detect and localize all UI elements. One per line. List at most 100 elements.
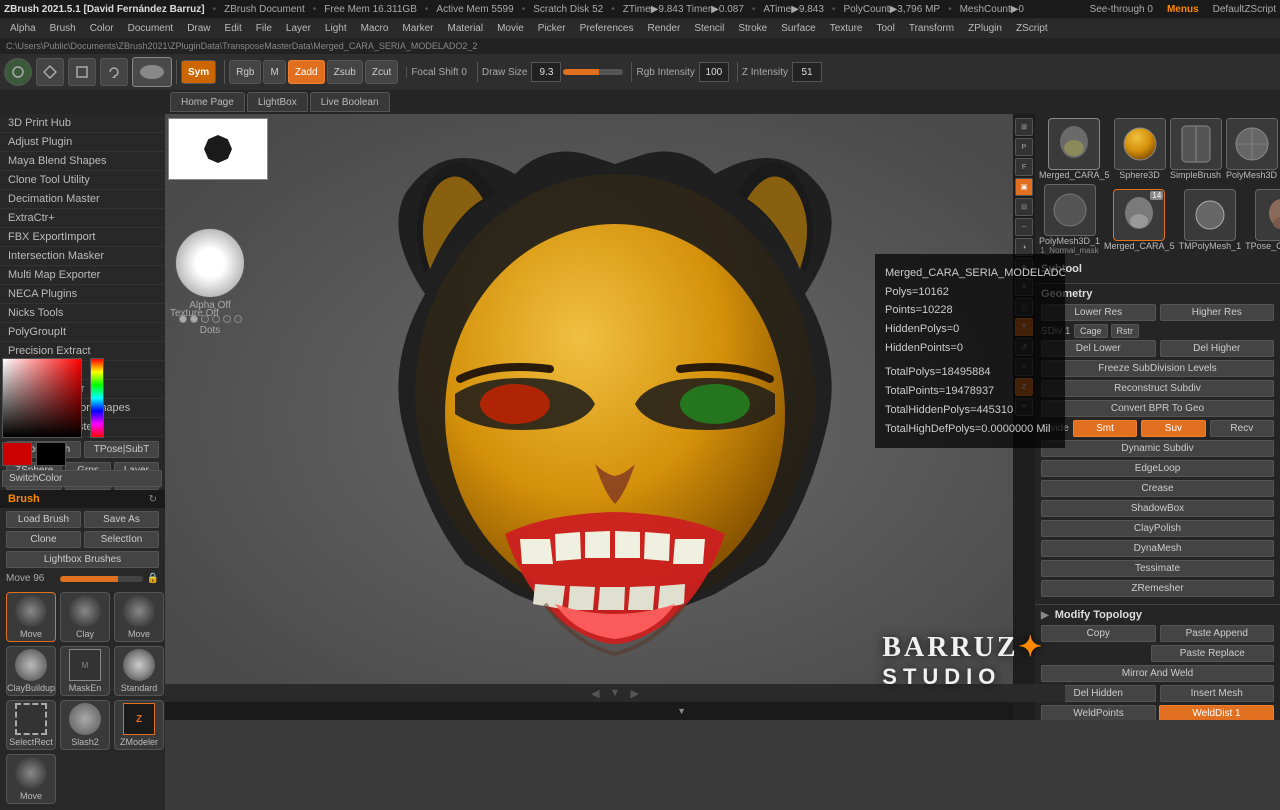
thumb-sphere3d-img[interactable]: [1114, 118, 1166, 170]
move-tool-btn[interactable]: [36, 58, 64, 86]
thumb-tmpolymesh-img[interactable]: [1184, 189, 1236, 241]
see-through[interactable]: See-through 0: [1090, 4, 1153, 15]
nav-center[interactable]: ▼: [610, 687, 621, 699]
z-intensity-value[interactable]: 51: [792, 62, 822, 82]
right-icon-wire[interactable]: ⊟: [1015, 198, 1033, 216]
right-icon-persp[interactable]: P: [1015, 138, 1033, 156]
suv-btn[interactable]: Suv: [1141, 420, 1205, 437]
sidebar-extractr[interactable]: ExtraCtr+: [0, 209, 165, 228]
sidebar-decimation[interactable]: Decimation Master: [0, 190, 165, 209]
draw-size-value[interactable]: 9.3: [531, 62, 561, 82]
paste-append-btn[interactable]: Paste Append: [1160, 625, 1275, 642]
sidebar-3d-print[interactable]: 3D Print Hub: [0, 114, 165, 133]
tessimate-btn[interactable]: Tessimate: [1041, 560, 1274, 577]
lightbox-brushes-btn[interactable]: Lightbox Brushes: [6, 551, 159, 568]
rotate-tool-btn[interactable]: [100, 58, 128, 86]
copy-btn[interactable]: Copy: [1041, 625, 1156, 642]
alpha-display[interactable]: [175, 228, 245, 298]
sidebar-polygroupit[interactable]: PolyGroupIt: [0, 323, 165, 342]
menu-picker[interactable]: Picker: [532, 22, 572, 35]
stroke-btn[interactable]: [132, 57, 172, 87]
paste-replace-btn[interactable]: Paste Replace: [1151, 645, 1275, 662]
thumb-merged-cara[interactable]: Merged_CARA_5: [1039, 118, 1110, 180]
thumb-merged-cara2-img[interactable]: 14: [1113, 189, 1165, 241]
default-script[interactable]: DefaultZScript: [1213, 4, 1276, 15]
menu-layer[interactable]: Layer: [280, 22, 317, 35]
tab-live-boolean[interactable]: Live Boolean: [310, 92, 390, 112]
sidebar-neca[interactable]: NECA Plugins: [0, 285, 165, 304]
brush-refresh-icon[interactable]: ↻: [149, 494, 157, 505]
cage-btn[interactable]: Cage: [1074, 324, 1108, 338]
brush-move3[interactable]: Move: [6, 754, 56, 804]
menu-surface[interactable]: Surface: [775, 22, 821, 35]
brush-clay[interactable]: Clay: [60, 592, 110, 642]
thumb-polymesh3d1[interactable]: PolyMesh3D_1 1_Normal_mask: [1039, 184, 1100, 255]
brush-move2[interactable]: Move: [114, 592, 164, 642]
zcut-btn[interactable]: Zcut: [365, 60, 398, 84]
menu-marker[interactable]: Marker: [396, 22, 439, 35]
main-viewport[interactable]: Merged_CARA_SERIA_MODELADO2_2 Polys=1016…: [165, 114, 1065, 720]
menu-tool[interactable]: Tool: [871, 22, 901, 35]
brush-claybuildup[interactable]: ClayBuildup: [6, 646, 56, 696]
draw-tool-btn[interactable]: [4, 58, 32, 86]
color-picker[interactable]: [2, 358, 82, 438]
del-higher-btn[interactable]: Del Higher: [1160, 340, 1275, 357]
menu-draw[interactable]: Draw: [181, 22, 216, 35]
rgb-intensity-value[interactable]: 100: [699, 62, 729, 82]
sidebar-maya-blend[interactable]: Maya Blend Shapes: [0, 152, 165, 171]
thumb-merged-cara-img[interactable]: [1048, 118, 1100, 170]
thumb-simplebrush-img[interactable]: [1170, 118, 1222, 170]
menus-label[interactable]: Menus: [1167, 4, 1199, 15]
brush-move[interactable]: Move: [6, 592, 56, 642]
thumb-polymesh3d-img[interactable]: [1226, 118, 1278, 170]
brush-slash2[interactable]: Slash2: [60, 700, 110, 750]
menu-alpha[interactable]: Alpha: [4, 22, 42, 35]
zadd-btn[interactable]: Zadd: [288, 60, 325, 84]
nav-right-arrow[interactable]: ▶: [630, 687, 638, 700]
move-slider[interactable]: [60, 576, 143, 582]
menu-macro[interactable]: Macro: [355, 22, 395, 35]
brush-zmodeler[interactable]: Z ZModeler: [114, 700, 164, 750]
sidebar-fbx[interactable]: FBX ExportImport: [0, 228, 165, 247]
right-icon-poly[interactable]: ▣: [1015, 178, 1033, 196]
menu-brush[interactable]: Brush: [44, 22, 82, 35]
rgb-btn[interactable]: Rgb: [229, 60, 261, 84]
sidebar-multimap[interactable]: Multi Map Exporter: [0, 266, 165, 285]
menu-movie[interactable]: Movie: [491, 22, 530, 35]
claypolish-btn[interactable]: ClayPolish: [1041, 520, 1274, 537]
reconstruct-btn[interactable]: Reconstruct Subdiv: [1041, 380, 1274, 397]
sidebar-intersection[interactable]: Intersection Masker: [0, 247, 165, 266]
right-icon-smooth[interactable]: ~: [1015, 218, 1033, 236]
thumb-tmpolymesh[interactable]: TMPolyMesh_1: [1179, 189, 1242, 251]
hue-bar[interactable]: [90, 358, 104, 438]
nav-left-arrow[interactable]: ◀: [591, 687, 599, 700]
scale-tool-btn[interactable]: [68, 58, 96, 86]
menu-light[interactable]: Light: [319, 22, 353, 35]
crease-btn[interactable]: Crease: [1041, 480, 1274, 497]
symmetry-btn[interactable]: Sym: [181, 60, 216, 84]
switch-color-btn[interactable]: SwitchColor: [2, 470, 162, 487]
menu-texture[interactable]: Texture: [824, 22, 869, 35]
menu-stroke[interactable]: Stroke: [732, 22, 773, 35]
higher-res-btn[interactable]: Higher Res: [1160, 304, 1275, 321]
thumbnail-box[interactable]: [168, 118, 268, 180]
dynamic-subdiv-btn[interactable]: Dynamic Subdiv: [1041, 440, 1274, 457]
zsub-btn[interactable]: Zsub: [327, 60, 363, 84]
thumb-polymesh3d1-img[interactable]: [1044, 184, 1096, 236]
menu-color[interactable]: Color: [84, 22, 120, 35]
sidebar-nicks[interactable]: Nicks Tools: [0, 304, 165, 323]
clone-btn[interactable]: Clone: [6, 531, 81, 548]
modify-topology-title[interactable]: ▶ Modify Topology: [1041, 609, 1274, 621]
menu-zscript[interactable]: ZScript: [1010, 22, 1054, 35]
weld-points-btn[interactable]: WeldPoints: [1041, 705, 1156, 720]
alpha-dot-6[interactable]: [234, 315, 242, 323]
menu-document[interactable]: Document: [122, 22, 180, 35]
tab-lightbox[interactable]: LightBox: [247, 92, 308, 112]
smt-btn[interactable]: Smt: [1073, 420, 1137, 437]
thumb-merged-cara-badge[interactable]: 14 Merged_CARA_5: [1104, 189, 1175, 251]
move-lock-icon[interactable]: 🔒: [147, 573, 159, 584]
tab-home-page[interactable]: Home Page: [170, 92, 245, 112]
draw-size-slider[interactable]: [563, 69, 623, 75]
sidebar-clone-tool[interactable]: Clone Tool Utility: [0, 171, 165, 190]
menu-edit[interactable]: Edit: [219, 22, 248, 35]
